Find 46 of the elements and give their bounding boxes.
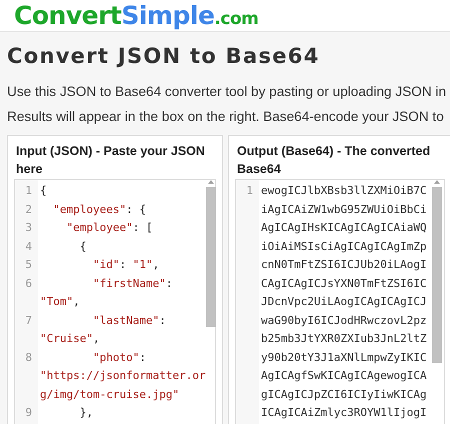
code-editor[interactable]: 1 { 2 "employees": { 3 "employee": [ 4 { 5 "id": "1", 6 "firstName": "Tom", 7 "lastName": "Cruise", 8 "photo": "https://jsonformatter.or g/img/tom-cruise.jpg" 9 }, xyxy=(14,179,216,424)
code-line: "lastName": xyxy=(92,312,166,328)
intro-text: Use this JSON to Base64 converter tool by pasting or uploading JSON in xyxy=(7,83,446,101)
code-line: { xyxy=(78,238,86,254)
line-number: 1 xyxy=(245,183,253,199)
code-line: ewogICJlbXBsb3llZXMiOiB7C xyxy=(261,183,427,199)
line-number: 3 xyxy=(24,220,32,236)
code-line: CAgICAgICJsYXN0TmFtZSI6IC xyxy=(261,276,427,292)
line-number: 9 xyxy=(24,405,32,421)
code-line: "firstName": xyxy=(92,276,172,292)
code-line: ICAgICAiZmlyc3ROYW1lIjogI xyxy=(261,405,427,421)
line-number: 2 xyxy=(24,202,32,218)
code-line: "https://jsonformatter.or xyxy=(40,368,206,384)
code-line: JDcnVpc2UiLAogICAgICAgICJ xyxy=(261,294,427,310)
line-number: 6 xyxy=(24,276,32,292)
line-number: 4 xyxy=(24,238,32,254)
code-line: "id": "1", xyxy=(92,257,160,273)
scroll-up-icon[interactable] xyxy=(208,180,214,184)
code-line: "photo": xyxy=(92,350,146,366)
line-number: 7 xyxy=(24,312,32,328)
intro-text: Results will appear in the box on the right. Base64-encode your JSON to xyxy=(7,108,444,126)
code-line: AgICAgfSwKICAgICAgewogICA xyxy=(261,368,427,384)
panel-heading: Input (JSON) - Paste your JSON here xyxy=(15,143,206,178)
scroll-up-icon[interactable] xyxy=(434,180,440,184)
code-line: "employee": [ xyxy=(66,220,153,236)
code-line: b25mb3JtYXR0ZXIub3JnL2ltZ xyxy=(261,331,427,347)
code-line: "Tom", xyxy=(40,294,80,310)
code-line: { xyxy=(40,183,47,199)
line-number: 5 xyxy=(24,257,32,273)
code-line: iOiAiMSIsCiAgICAgICAgImZp xyxy=(261,238,427,254)
code-line: g/img/tom-cruise.jpg" xyxy=(40,386,180,402)
code-line: AgICAgIHsKICAgICAgICAiaWQ xyxy=(261,220,427,236)
site-logo[interactable]: ConvertSimple.com xyxy=(14,0,258,35)
code-line: "employees": { xyxy=(52,202,146,218)
code-line: y90b20tY3J1aXNlLmpwZyIKIC xyxy=(261,350,427,366)
code-line: gICAgICJpZCI6ICIyIiwKICAg xyxy=(261,386,427,402)
code-line: cnN0TmFtZSI6ICJUb20iLAogI xyxy=(261,257,427,273)
line-number: 1 xyxy=(24,183,32,199)
code-line: iAgICAiZW1wbG95ZWUiOiBbCi xyxy=(261,202,427,218)
page-title: Convert JSON to Base64 xyxy=(7,43,320,70)
code-line: waG90byI6ICJodHRwczovL2pz xyxy=(261,312,427,328)
code-line: }, xyxy=(78,405,93,421)
code-line: "Cruise", xyxy=(40,331,100,347)
line-number: 8 xyxy=(24,350,32,366)
code-editor[interactable] xyxy=(235,179,445,424)
panel-heading: Output (Base64) - The converted Base64 xyxy=(236,143,432,178)
